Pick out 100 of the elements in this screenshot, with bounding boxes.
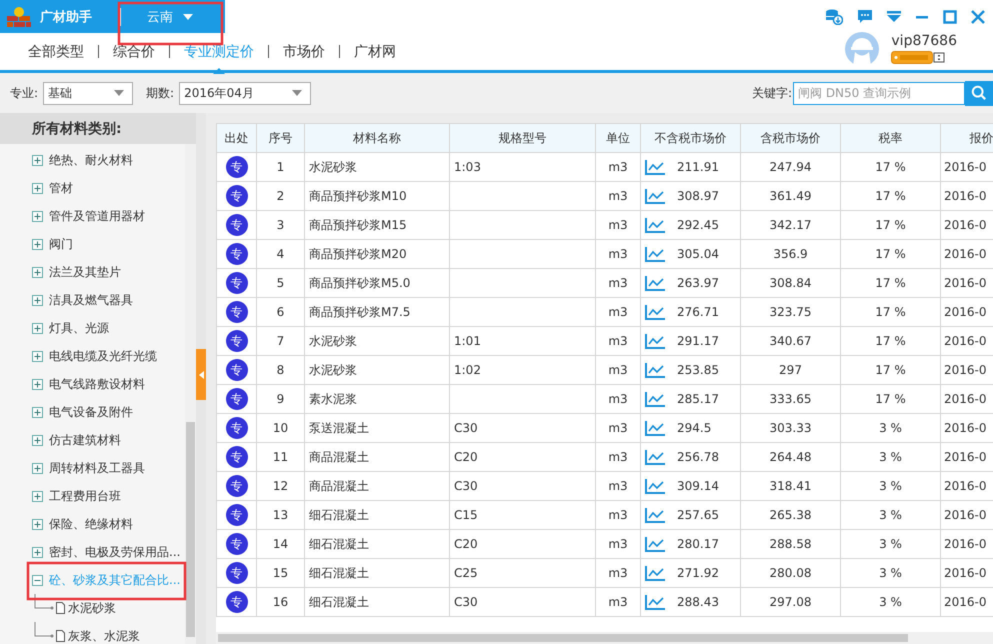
chat-icon[interactable] — [857, 8, 873, 24]
expand-toggle-icon[interactable] — [32, 182, 43, 194]
category-item[interactable]: 管材 — [49, 180, 73, 196]
price-text: 256.78 — [677, 450, 719, 464]
table-cell: 7 — [256, 326, 304, 356]
table-cell: 3 % — [840, 472, 940, 500]
source-badge: 专 — [226, 562, 248, 584]
expand-toggle-icon[interactable] — [32, 322, 43, 334]
category-item[interactable]: 洁具及燃气器具 — [49, 292, 133, 308]
trend-chart-icon[interactable] — [645, 362, 665, 378]
caret-icon — [114, 90, 124, 96]
subcategory-item[interactable]: 灰浆、水泥浆 — [68, 628, 140, 644]
expand-toggle-icon[interactable] — [32, 490, 43, 502]
table-cell: 细石混凝土 — [304, 500, 450, 530]
expand-toggle-icon[interactable] — [32, 574, 43, 586]
trend-chart-icon[interactable] — [645, 566, 665, 580]
search-field[interactable]: 闸阀 DN50 查询示例 — [793, 82, 965, 104]
expand-toggle-icon[interactable] — [32, 462, 43, 474]
nav-tab[interactable]: 全部类型 — [22, 38, 90, 64]
trend-chart-icon[interactable] — [645, 246, 665, 262]
table-cell: m3 — [596, 210, 640, 240]
trend-chart-icon[interactable] — [645, 334, 665, 348]
price-text: 276.71 — [677, 305, 719, 319]
expand-toggle-icon[interactable] — [32, 434, 43, 446]
collapse-handle[interactable] — [196, 349, 206, 400]
category-item[interactable]: 电气线路敷设材料 — [49, 376, 145, 392]
trend-chart-icon[interactable] — [645, 160, 665, 174]
expand-toggle-icon[interactable] — [32, 406, 43, 418]
table-cell: 商品预拌砂浆M7.5 — [304, 298, 450, 326]
menu-dropdown-icon[interactable] — [887, 10, 901, 22]
category-item[interactable]: 电气设备及附件 — [49, 404, 133, 420]
expand-toggle-icon[interactable] — [32, 378, 43, 390]
table-cell: 16 — [256, 588, 304, 616]
maximize-icon[interactable] — [943, 10, 957, 24]
category-item[interactable]: 管件及管道用器材 — [49, 208, 145, 224]
trend-chart-icon[interactable] — [645, 392, 665, 406]
table-cell: 265.38 — [740, 500, 840, 530]
category-item[interactable]: 仿古建筑材料 — [49, 432, 121, 448]
category-item[interactable]: 阀门 — [49, 236, 73, 252]
period-dropdown[interactable]: 2016年04月 — [179, 82, 312, 104]
category-item[interactable]: 电线电缆及光纤光缆 — [49, 348, 157, 364]
table-cell: 3 — [256, 210, 304, 240]
trend-chart-icon[interactable] — [645, 420, 665, 436]
trend-chart-icon[interactable] — [645, 218, 665, 232]
column-header: 单位 — [596, 124, 640, 152]
category-item[interactable]: 绝热、耐火材料 — [49, 152, 133, 168]
table-cell: 3 % — [840, 588, 940, 616]
source-badge: 专 — [226, 388, 248, 410]
trend-chart-icon[interactable] — [645, 594, 665, 610]
column-header: 材料名称 — [304, 124, 450, 152]
table-cell: m3 — [596, 182, 640, 210]
database-download-icon[interactable] — [825, 8, 843, 24]
table-cell: m3 — [596, 268, 640, 298]
trend-chart-icon[interactable] — [645, 450, 665, 464]
table-cell: C30 — [450, 414, 596, 442]
search-button[interactable] — [965, 80, 993, 106]
table-cell: 308.84 — [740, 268, 840, 298]
category-item[interactable]: 密封、电极及劳保用品... — [49, 544, 180, 560]
nav-tab[interactable]: 广材网 — [348, 38, 402, 64]
category-item[interactable]: 法兰及其垫片 — [49, 264, 121, 280]
scrollbar-thumb[interactable] — [186, 422, 195, 637]
table-cell: 3 % — [840, 442, 940, 472]
specialty-dropdown[interactable]: 基础 — [43, 82, 134, 104]
subcategory-item[interactable]: 水泥砂浆 — [68, 600, 116, 616]
expand-toggle-icon[interactable] — [32, 266, 43, 278]
nav-tab[interactable]: 市场价 — [277, 38, 331, 64]
trend-chart-icon[interactable] — [645, 478, 665, 494]
category-item[interactable]: 灯具、光源 — [49, 320, 109, 336]
file-icon — [56, 602, 65, 614]
caret-icon — [292, 90, 302, 96]
nav-tab[interactable]: 综合价 — [107, 38, 161, 64]
expand-toggle-icon[interactable] — [32, 294, 43, 306]
close-icon[interactable] — [971, 10, 985, 24]
expand-toggle-icon[interactable] — [32, 154, 43, 166]
column-header: 规格型号 — [450, 124, 596, 152]
table-cell: 17 % — [840, 182, 940, 210]
trend-chart-icon[interactable] — [645, 276, 665, 290]
tree-connector — [32, 594, 54, 610]
trend-chart-icon[interactable] — [645, 508, 665, 522]
table-cell: 14 — [256, 530, 304, 558]
price-text: 263.97 — [677, 276, 719, 290]
expand-toggle-icon[interactable] — [32, 238, 43, 250]
scrollbar-thumb[interactable] — [218, 634, 908, 642]
table-cell: 水泥砂浆 — [304, 326, 450, 356]
expand-toggle-icon[interactable] — [32, 210, 43, 222]
trend-chart-icon[interactable] — [645, 304, 665, 320]
column-header: 不含税市场价 — [640, 124, 740, 152]
trend-chart-icon[interactable] — [645, 536, 665, 552]
category-item[interactable]: 保险、绝缘材料 — [49, 516, 133, 532]
category-item[interactable]: 工程费用台班 — [49, 488, 121, 504]
expand-toggle-icon[interactable] — [32, 546, 43, 558]
source-badge: 专 — [226, 475, 248, 497]
expand-toggle-icon[interactable] — [32, 350, 43, 362]
expand-toggle-icon[interactable] — [32, 518, 43, 530]
trend-chart-icon[interactable] — [645, 188, 665, 204]
category-item[interactable]: 周转材料及工器具 — [49, 460, 145, 476]
table-cell: 247.94 — [740, 152, 840, 182]
price-text: 271.92 — [677, 566, 719, 580]
table-cell: 280.08 — [740, 558, 840, 588]
column-header: 税率 — [840, 124, 940, 152]
